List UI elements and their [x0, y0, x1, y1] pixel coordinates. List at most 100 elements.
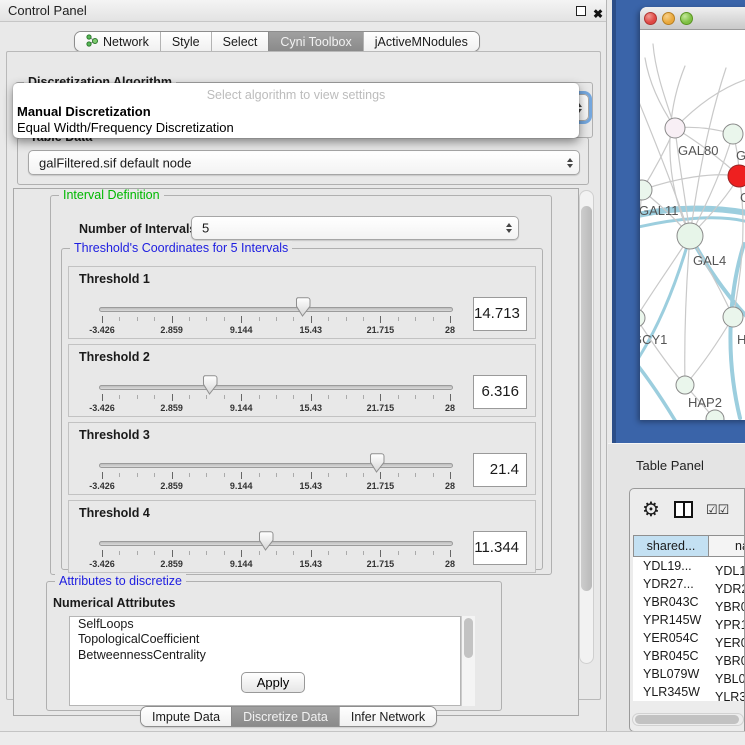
slider-tick	[398, 317, 399, 321]
network-node-h[interactable]	[723, 307, 743, 327]
threshold-value-field[interactable]: 14.713	[473, 297, 527, 331]
table-horizontal-scrollbar[interactable]	[632, 713, 744, 726]
thresholds-group: Threshold's Coordinates for 5 Intervals …	[61, 248, 543, 570]
slider-tick-label: 9.144	[216, 481, 266, 491]
attributes-list-scrollbar[interactable]	[461, 616, 475, 706]
tab-select[interactable]: Select	[211, 32, 269, 51]
cyni-toolbox-panel: Discretization Algorithm Select algorith…	[6, 51, 601, 700]
tab-cyni-toolbox[interactable]: Cyni Toolbox	[268, 32, 362, 51]
slider-tick-label: 2.859	[147, 325, 197, 335]
network-node-gal80[interactable]	[665, 118, 685, 138]
node-label: G	[740, 190, 745, 205]
slider-tick	[276, 395, 277, 399]
table-row[interactable]: YBR043CYBR0	[633, 593, 745, 611]
slider-tick	[433, 551, 434, 555]
cell-shared-name: YBL079W	[633, 665, 709, 683]
threshold-slider-thumb[interactable]	[368, 453, 385, 473]
slider-tick-label: 28	[425, 481, 475, 491]
control-panel: Control Panel ✖ NetworkStyleSelectCyni T…	[0, 0, 607, 745]
network-node-ga[interactable]	[723, 124, 743, 144]
threshold-slider-thumb[interactable]	[294, 297, 311, 317]
combo-stepper-icon	[506, 222, 512, 234]
slider-tick	[328, 395, 329, 399]
table-row[interactable]: YDR27...YDR2	[633, 575, 745, 593]
slider-tick	[137, 395, 138, 399]
slider-tick	[276, 317, 277, 321]
window-zoom-button[interactable]	[680, 12, 693, 25]
status-strip	[0, 731, 745, 745]
attribute-item-topologicalcoefficient[interactable]: TopologicalCoefficient	[70, 632, 460, 647]
panel-title: Control Panel	[8, 0, 87, 22]
slider-tick	[102, 472, 103, 479]
table-row[interactable]: YER054CYER0	[633, 629, 745, 647]
network-window-titlebar[interactable]	[640, 7, 745, 30]
select-columns-checkboxes-icon[interactable]: ☑☑	[706, 502, 729, 518]
tab-impute-data[interactable]: Impute Data	[141, 707, 231, 726]
algorithm-dropdown-popup: Select algorithm to view settings Manual…	[13, 83, 579, 138]
float-window-icon[interactable]	[576, 6, 586, 16]
slider-tick	[328, 473, 329, 477]
dropdown-option-manual-discretization[interactable]: Manual Discretization	[15, 104, 575, 119]
num-intervals-label: Number of Intervals	[79, 222, 196, 236]
slider-tick	[380, 394, 381, 401]
slider-tick	[450, 394, 451, 401]
dropdown-prompt: Select algorithm to view settings	[13, 88, 579, 102]
columns-icon[interactable]	[674, 501, 693, 518]
tab-network[interactable]: Network	[75, 32, 160, 51]
slider-tick	[346, 395, 347, 399]
window-minimize-button[interactable]	[662, 12, 675, 25]
tab-style[interactable]: Style	[160, 32, 211, 51]
slider-tick-label: 21.715	[355, 403, 405, 413]
slider-tick	[189, 395, 190, 399]
tab-discretize-data[interactable]: Discretize Data	[231, 707, 339, 726]
column-header-shared-name[interactable]: shared...	[633, 535, 709, 557]
node-label: H	[737, 332, 745, 347]
threshold-row-1: Threshold 1-3.4262.8599.14415.4321.71528…	[68, 266, 536, 339]
slider-tick-label: 9.144	[216, 325, 266, 335]
threshold-slider-track[interactable]	[99, 385, 453, 390]
threshold-value-field[interactable]: 6.316	[473, 375, 527, 409]
network-node-g[interactable]	[728, 165, 745, 187]
tab-jactivemnodules[interactable]: jActiveMNodules	[363, 32, 479, 51]
threshold-label: Threshold 2	[79, 350, 150, 364]
table-row[interactable]: YBR045CYBR0	[633, 647, 745, 665]
dropdown-option-equal-width-frequency[interactable]: Equal Width/Frequency Discretization	[15, 120, 575, 135]
window-close-button[interactable]	[644, 12, 657, 25]
threshold-slider-thumb[interactable]	[201, 375, 218, 395]
column-header-name[interactable]: na	[709, 535, 745, 557]
threshold-slider-track[interactable]	[99, 463, 453, 468]
slider-tick	[224, 551, 225, 555]
close-icon[interactable]: ✖	[593, 3, 603, 25]
slider-tick	[154, 551, 155, 555]
network-canvas[interactable]: GAL80GAGGAL11GAL4GCY1HHAP2	[640, 30, 745, 420]
attribute-item-betweennesscentrality[interactable]: BetweennessCentrality	[70, 648, 460, 663]
slider-tick-label: 15.43	[286, 325, 336, 335]
settings-scrollbar[interactable]	[579, 190, 594, 664]
network-graph: GAL80GAGGAL11GAL4GCY1HHAP2	[640, 30, 745, 420]
slider-tick	[346, 317, 347, 321]
attribute-item-selfloops[interactable]: SelfLoops	[70, 617, 460, 632]
threshold-slider-track[interactable]	[99, 541, 453, 546]
threshold-slider-thumb[interactable]	[257, 531, 274, 551]
threshold-value-field[interactable]: 11.344	[473, 531, 527, 565]
network-node-hap2[interactable]	[676, 376, 694, 394]
table-row[interactable]: YDL19...YDL1	[633, 557, 745, 575]
gear-icon[interactable]: ⚙	[642, 497, 660, 522]
threshold-slider-track[interactable]	[99, 307, 453, 312]
slider-tick	[189, 317, 190, 321]
network-node-gal4[interactable]	[677, 223, 703, 249]
network-node-gcy1[interactable]	[640, 309, 645, 327]
table-row[interactable]: YLR345WYLR3	[633, 683, 745, 701]
apply-button[interactable]: Apply	[241, 672, 305, 693]
cell-shared-name: YBR043C	[633, 593, 709, 611]
tab-infer-network[interactable]: Infer Network	[339, 707, 436, 726]
table-data-combo[interactable]: galFiltered.sif default node	[28, 150, 580, 175]
table-row[interactable]: YPR145WYPR1	[633, 611, 745, 629]
slider-tick	[311, 394, 312, 401]
slider-tick	[293, 317, 294, 321]
slider-tick	[172, 394, 173, 401]
threshold-value-field[interactable]: 21.4	[473, 453, 527, 487]
network-window: GAL80GAGGAL11GAL4GCY1HHAP2	[640, 7, 745, 420]
table-row[interactable]: YBL079WYBL0	[633, 665, 745, 683]
num-intervals-combo[interactable]: 5	[191, 216, 519, 240]
